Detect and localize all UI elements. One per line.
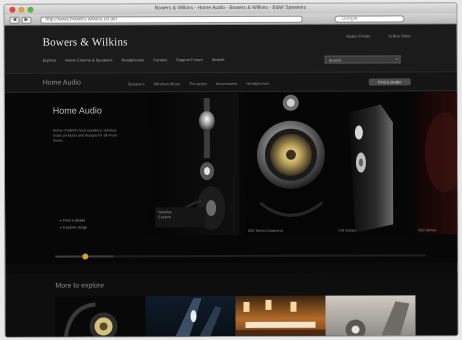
slide-caption[interactable]: 600 Series [418, 228, 436, 232]
carousel-position-indicator[interactable] [82, 253, 89, 260]
explore-thumb-studio[interactable] [145, 295, 236, 338]
hero-carousel: Home Audio Home of B&W's best speakers, … [4, 92, 459, 264]
site-search-placeholder: Search [328, 57, 342, 63]
nav-item-headphones[interactable]: Headphones [122, 57, 145, 62]
main-nav: Explore Home Cinema & Speakers Headphone… [43, 57, 225, 63]
forward-button[interactable]: ▶ [21, 16, 32, 24]
nav-item-contact[interactable]: Contact [153, 57, 167, 62]
browser-window: Bowers & Wilkins - Home Audio - Bowers &… [3, 2, 459, 338]
site-header: Bowers & Wilkins Dealer Finder Online St… [4, 24, 459, 73]
nav-item-search[interactable]: Search [212, 57, 225, 62]
search-go-icon[interactable]: › [396, 56, 398, 62]
nav-item-explore[interactable]: Explore [43, 58, 57, 63]
subnav-wireless[interactable]: Wireless Music [154, 81, 181, 86]
browser-search-field[interactable]: Google [334, 15, 405, 23]
600-series-speaker-image [424, 112, 459, 193]
window-title: Bowers & Wilkins - Home Audio - Bowers &… [154, 4, 307, 12]
section-bar: Home Audio Speakers Wireless Music Pre-a… [4, 71, 459, 93]
interior-room-image [235, 299, 326, 338]
dealer-finder-link[interactable]: Dealer Finder [346, 34, 370, 39]
slide-caption[interactable]: CM Series [338, 229, 356, 233]
subnav-speakers[interactable]: Speakers [128, 81, 145, 86]
headphones-image [63, 302, 118, 338]
site-search-input[interactable]: Search › [324, 55, 401, 64]
carousel-slide[interactable]: Nautilus Explore [146, 92, 240, 236]
subnav-accessories[interactable]: Accessories [216, 81, 238, 86]
explore-thumbnails [55, 295, 416, 338]
more-to-explore-section: More to explore [5, 272, 459, 338]
active-caption-line-2[interactable]: Explore [158, 215, 202, 220]
hero-title: Home Audio [52, 105, 102, 116]
hero-links: Find a dealer Explore range [60, 218, 87, 232]
explore-thumb-interior[interactable] [235, 295, 326, 338]
section-subnav: Speakers Wireless Music Pre-amps Accesso… [128, 81, 269, 86]
carousel-slide[interactable]: 600 Series [414, 92, 459, 235]
active-slide-caption-box: Nautilus Explore [155, 207, 206, 228]
lifestyle-speaker-image [345, 301, 410, 338]
find-dealer-button[interactable]: Find a dealer [368, 78, 411, 86]
subnav-headphones[interactable]: Headphones [246, 81, 269, 86]
nav-item-support[interactable]: Support Forum [176, 57, 203, 62]
carousel-scrollbar[interactable] [55, 253, 426, 260]
studio-speaker-image [175, 298, 222, 338]
address-bar[interactable]: http://www.bowers-wilkins.co.uk/ [40, 15, 303, 24]
diamond-speaker-image [256, 94, 325, 217]
section-title: Home Audio [42, 79, 81, 87]
carousel-slide[interactable]: 800 Series Diamond [244, 92, 338, 235]
explore-thumb-lifestyle[interactable] [325, 295, 416, 338]
slide-caption[interactable]: 800 Series Diamond [248, 229, 282, 233]
explore-thumb-headphones[interactable] [55, 296, 146, 338]
hero-description: Home of B&W's best speakers, wireless mu… [52, 128, 118, 144]
cm-speaker-image [348, 104, 394, 233]
online-store-link[interactable]: Online Store [388, 33, 410, 38]
back-button[interactable]: ◀ [9, 16, 20, 24]
nav-item-home-cinema[interactable]: Home Cinema & Speakers [65, 57, 112, 62]
carousel-slide[interactable]: CM Series [334, 92, 416, 235]
more-to-explore-title: More to explore [55, 282, 105, 290]
subnav-preamps[interactable]: Pre-amps [189, 81, 206, 86]
web-page: Bowers & Wilkins Dealer Finder Online St… [4, 24, 459, 338]
brand-logo[interactable]: Bowers & Wilkins [43, 36, 128, 48]
hero-link-explore[interactable]: Explore range [60, 225, 87, 232]
utility-links: Dealer Finder Online Store [346, 33, 410, 38]
